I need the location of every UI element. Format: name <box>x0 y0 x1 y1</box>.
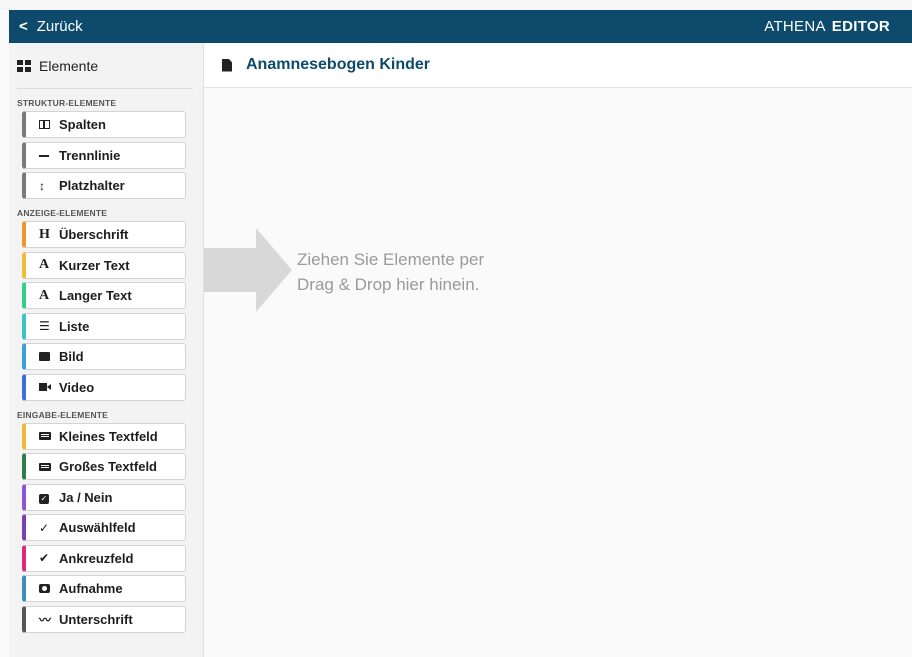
font-icon: A <box>39 287 50 303</box>
section-title-structure: STRUKTUR-ELEMENTE <box>17 98 117 108</box>
signature-icon: 〰 <box>39 612 52 627</box>
element-unterschrift[interactable]: 〰 Unterschrift <box>22 605 186 633</box>
sidebar-sections: STRUKTUR-ELEMENTE Spalten Trennlinie ↕ P… <box>9 98 203 633</box>
vertical-arrows-icon: ↕ <box>39 178 45 193</box>
keyboard-icon <box>39 429 59 443</box>
minus-icon <box>39 148 59 162</box>
camera-icon <box>39 582 59 596</box>
drop-hint-line2: Drag & Drop hier hinein. <box>297 275 480 294</box>
element-ankreuzfeld[interactable]: ✔ Ankreuzfeld <box>22 544 186 572</box>
form-header: Anamnesebogen Kinder <box>204 43 912 88</box>
checkbox-icon: ✓ <box>39 494 49 504</box>
element-aufnahme[interactable]: Aufnahme <box>22 575 186 602</box>
element-label: Auswählfeld <box>59 520 136 535</box>
font-icon: A <box>39 257 50 272</box>
drop-hint-line1: Ziehen Sie Elemente per <box>297 250 485 269</box>
app-brand: ATHENA EDITOR <box>764 18 912 35</box>
element-label: Unterschrift <box>59 611 133 627</box>
element-auswaehlfeld[interactable]: ✓ Auswählfeld <box>22 514 186 541</box>
element-label: Langer Text <box>59 288 132 303</box>
element-label: Liste <box>59 318 90 334</box>
video-icon <box>39 380 59 394</box>
element-label: Spalten <box>59 117 106 132</box>
element-label: Bild <box>59 349 84 364</box>
element-platzhalter[interactable]: ↕ Platzhalter <box>22 172 186 199</box>
elements-sidebar: Elemente STRUKTUR-ELEMENTE Spalten Trenn… <box>9 43 204 657</box>
element-label: Aufnahme <box>59 581 123 596</box>
editor-canvas: Anamnesebogen Kinder Ziehen Sie Elemente… <box>204 43 912 657</box>
element-video[interactable]: Video <box>22 373 186 401</box>
top-bar: < Zurück ATHENA EDITOR <box>9 10 912 43</box>
element-langer-text[interactable]: A Langer Text <box>22 282 186 309</box>
sidebar-title: Elemente <box>39 57 99 74</box>
brand-light: ATHENA <box>764 18 826 35</box>
divider <box>17 88 193 89</box>
element-label: Großes Textfeld <box>59 459 158 474</box>
arrow-right-icon <box>204 228 292 312</box>
grid-icon <box>17 59 31 72</box>
image-icon <box>39 350 59 364</box>
drop-hint: Ziehen Sie Elemente per Drag & Drop hier… <box>297 247 617 297</box>
heading-icon: H <box>39 226 50 242</box>
sidebar-header: Elemente <box>9 43 203 88</box>
keyboard-icon <box>39 460 59 474</box>
form-title: Anamnesebogen Kinder <box>246 56 431 73</box>
section-title-input: EINGABE-ELEMENTE <box>17 409 109 420</box>
element-label: Kurzer Text <box>59 257 130 273</box>
brand-bold: EDITOR <box>831 18 890 35</box>
back-label: Zurück <box>36 18 83 35</box>
element-ueberschrift[interactable]: H Überschrift <box>22 221 186 248</box>
element-kleines-textfeld[interactable]: Kleines Textfeld <box>22 422 186 450</box>
back-button[interactable]: < Zurück <box>9 10 83 43</box>
element-grosses-textfeld[interactable]: Großes Textfeld <box>22 453 186 480</box>
element-bild[interactable]: Bild <box>22 343 186 370</box>
chevron-left-icon: < <box>19 18 28 35</box>
list-icon: ☰ <box>39 319 50 333</box>
element-label: Ja / Nein <box>59 489 113 505</box>
element-spalten[interactable]: Spalten <box>22 111 186 138</box>
element-label: Ankreuzfeld <box>59 550 134 566</box>
columns-icon <box>39 118 59 132</box>
element-label: Video <box>59 379 95 395</box>
element-ja-nein[interactable]: ✓ Ja / Nein <box>22 483 186 511</box>
element-label: Kleines Textfeld <box>59 428 158 444</box>
element-kurzer-text[interactable]: A Kurzer Text <box>22 251 186 279</box>
check-icon: ✓ <box>39 520 50 535</box>
element-liste[interactable]: ☰ Liste <box>22 312 186 340</box>
double-check-icon: ✔ <box>39 551 50 565</box>
section-title-display: ANZEIGE-ELEMENTE <box>17 208 108 218</box>
file-icon <box>222 58 232 72</box>
top-strip <box>0 0 912 10</box>
element-label: Überschrift <box>59 227 129 242</box>
element-trennlinie[interactable]: Trennlinie <box>22 141 186 169</box>
element-label: Trennlinie <box>59 147 121 163</box>
element-label: Platzhalter <box>59 178 125 193</box>
